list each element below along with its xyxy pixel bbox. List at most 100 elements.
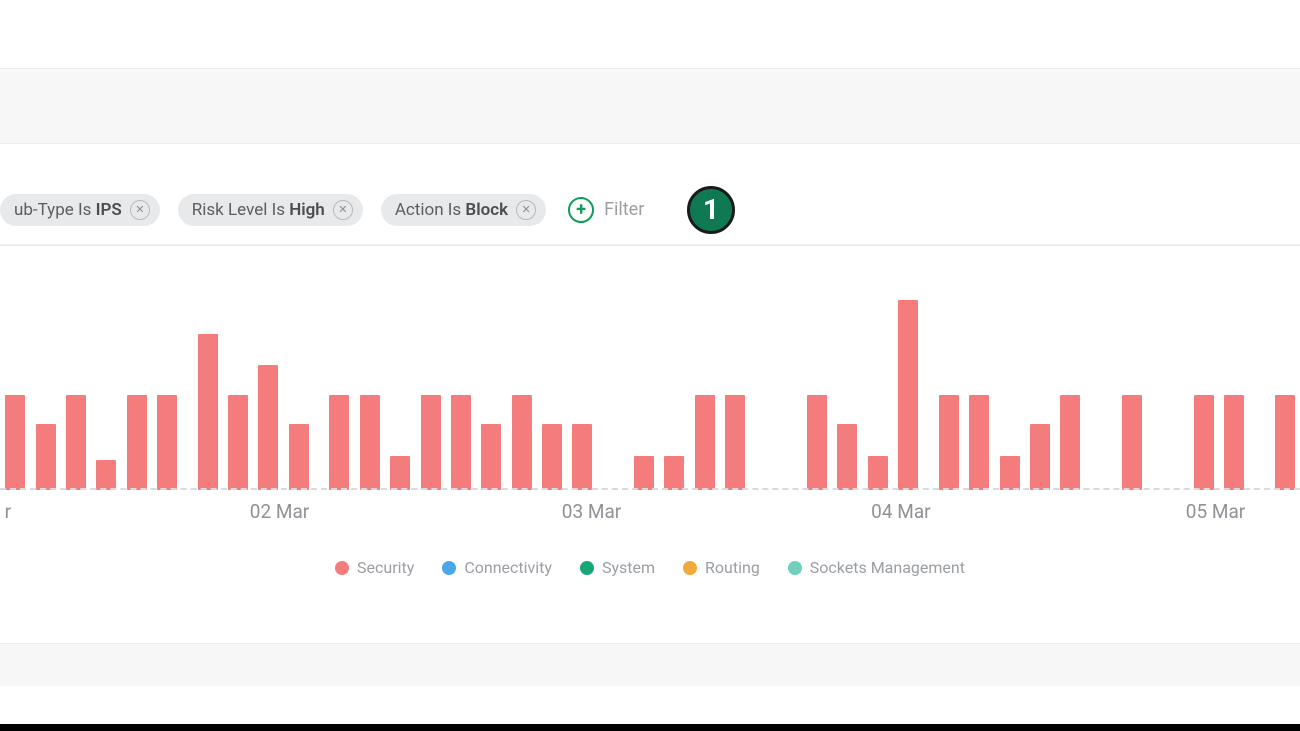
chart-bar[interactable]	[634, 456, 654, 490]
bar-slot	[1249, 266, 1259, 490]
x-tick-label: 05 Mar	[1186, 500, 1245, 523]
bar-slot	[618, 266, 628, 490]
legend-label: Connectivity	[464, 558, 552, 577]
bar-slot	[1259, 266, 1269, 490]
chart-bar[interactable]	[868, 456, 888, 490]
bar-slot	[152, 266, 182, 490]
chart-bar[interactable]	[481, 424, 501, 491]
bar-slot	[61, 266, 91, 490]
x-tick-label: 04 Mar	[871, 500, 930, 523]
chart-bar[interactable]	[1122, 395, 1142, 490]
chart-bar[interactable]	[127, 395, 147, 490]
chart-bar[interactable]	[1224, 395, 1244, 490]
close-icon[interactable]: ✕	[516, 200, 536, 220]
add-filter-button[interactable]: + Filter	[568, 197, 644, 223]
bar-slot	[446, 266, 476, 490]
legend-item[interactable]: System	[580, 558, 655, 577]
chart-bar[interactable]	[695, 395, 715, 490]
chart-bar[interactable]	[1000, 456, 1020, 490]
chart-bar[interactable]	[572, 424, 592, 491]
legend-dot-icon	[580, 561, 594, 575]
chart-bar[interactable]	[1060, 395, 1080, 490]
chart-bar[interactable]	[898, 300, 918, 490]
add-filter-label: Filter	[604, 199, 644, 220]
bar-slot	[781, 266, 791, 490]
plus-circle-icon: +	[568, 197, 594, 223]
bar-slot	[385, 266, 415, 490]
bar-slot	[863, 266, 893, 490]
bar-slot	[253, 266, 283, 490]
legend-item[interactable]: Connectivity	[442, 558, 552, 577]
legend-item[interactable]: Security	[335, 558, 414, 577]
legend-dot-icon	[788, 561, 802, 575]
chart-bar[interactable]	[725, 395, 745, 490]
bar-slot	[598, 266, 608, 490]
chart-plot	[0, 266, 1300, 490]
chart-bar[interactable]	[258, 365, 278, 490]
top-spacer	[0, 0, 1300, 68]
chart-bars	[0, 266, 1300, 490]
chart-bar[interactable]	[198, 334, 218, 490]
filter-chip-risk[interactable]: Risk Level Is High ✕	[178, 194, 363, 226]
chart-bar[interactable]	[96, 460, 116, 490]
bar-slot	[629, 266, 659, 490]
chart-bar[interactable]	[1275, 395, 1295, 490]
chart-bar[interactable]	[1030, 424, 1050, 491]
bar-slot	[1157, 266, 1167, 490]
chart-bar[interactable]	[969, 395, 989, 490]
bar-slot	[689, 266, 719, 490]
bar-slot	[923, 266, 933, 490]
bar-slot	[1096, 266, 1106, 490]
chart-bar[interactable]	[329, 395, 349, 490]
bar-slot	[608, 266, 618, 490]
chart-bar[interactable]	[157, 395, 177, 490]
bar-slot	[1270, 266, 1300, 490]
gap	[0, 686, 1300, 698]
filter-chip-label: Action Is Block	[395, 200, 508, 220]
bar-slot	[0, 266, 30, 490]
chart-bar[interactable]	[421, 395, 441, 490]
close-icon[interactable]: ✕	[333, 200, 353, 220]
x-tick-label: 03 Mar	[562, 500, 621, 523]
header-band	[0, 68, 1300, 144]
chart-bar[interactable]	[390, 456, 410, 490]
chart-bar[interactable]	[360, 395, 380, 490]
chart-bar[interactable]	[36, 424, 56, 491]
bar-slot	[1025, 266, 1055, 490]
bar-slot	[1085, 266, 1095, 490]
legend-label: Sockets Management	[810, 558, 965, 577]
bar-slot	[1188, 266, 1218, 490]
x-tick-label: r	[5, 500, 11, 523]
chart-bar[interactable]	[451, 395, 471, 490]
bar-slot	[1055, 266, 1085, 490]
legend-label: Security	[357, 558, 414, 577]
chart-bar[interactable]	[807, 395, 827, 490]
legend-item[interactable]: Routing	[683, 558, 760, 577]
chart-bar[interactable]	[837, 424, 857, 491]
bar-slot	[1178, 266, 1188, 490]
bar-slot	[415, 266, 445, 490]
bar-slot	[1168, 266, 1178, 490]
filter-chip-subtype[interactable]: ub-Type Is IPS ✕	[0, 194, 160, 226]
chart-bar[interactable]	[512, 395, 532, 490]
chart-bar[interactable]	[1194, 395, 1214, 490]
legend-item[interactable]: Sockets Management	[788, 558, 965, 577]
bar-slot	[30, 266, 60, 490]
bar-slot	[324, 266, 354, 490]
chart-bar[interactable]	[66, 395, 86, 490]
chart-bar[interactable]	[939, 395, 959, 490]
chart-bar[interactable]	[542, 424, 562, 491]
chart-bar[interactable]	[5, 395, 25, 490]
chart-bar[interactable]	[289, 424, 309, 491]
chart-bar[interactable]	[664, 456, 684, 490]
callout-number: 1	[703, 193, 719, 226]
filter-chip-action[interactable]: Action Is Block ✕	[381, 194, 546, 226]
gap	[0, 592, 1300, 644]
chart-bar[interactable]	[228, 395, 248, 490]
close-icon[interactable]: ✕	[130, 200, 150, 220]
bar-slot	[1117, 266, 1147, 490]
filter-chip-label: Risk Level Is High	[192, 200, 325, 220]
bar-slot	[994, 266, 1024, 490]
bar-slot	[91, 266, 121, 490]
bar-slot	[792, 266, 802, 490]
